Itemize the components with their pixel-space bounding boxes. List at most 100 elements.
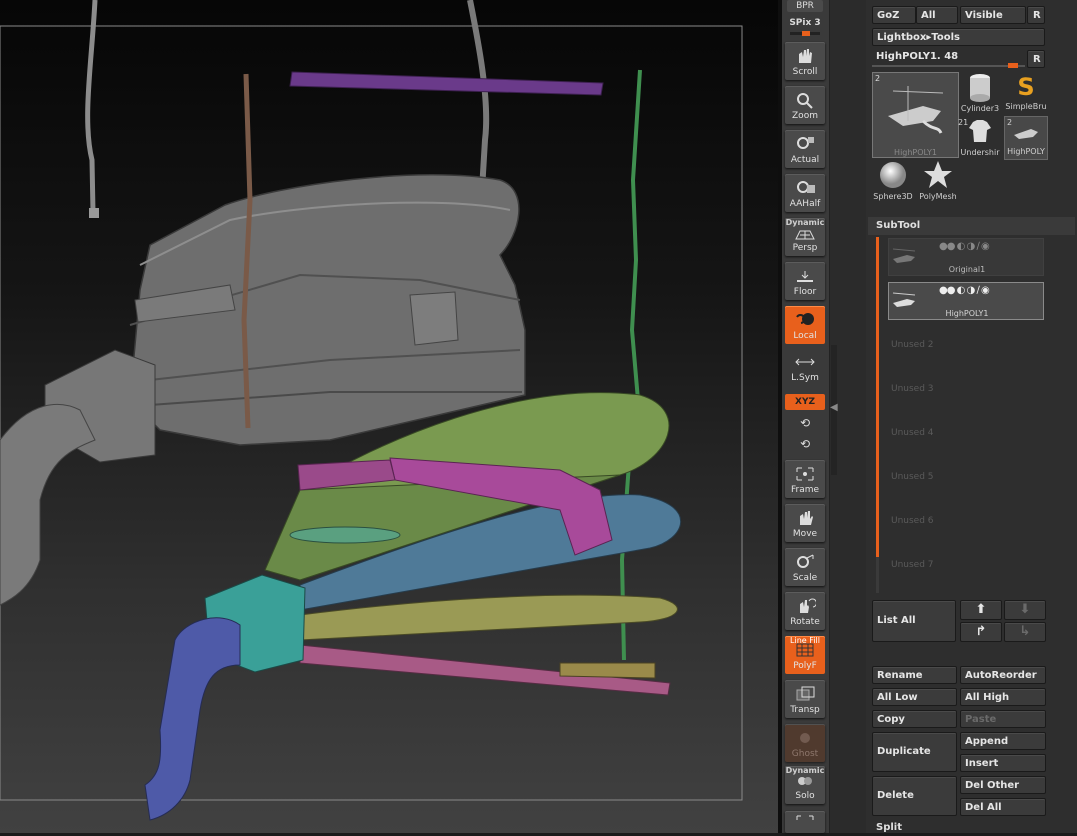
frame-label: Frame — [790, 485, 820, 495]
tool-thumb-label: HighPOLY1 — [894, 148, 937, 157]
unused-slot[interactable]: Unused 3 — [891, 384, 934, 394]
subtool-toggles-icon[interactable]: ●● ◐ ◑ ∕ ◉ — [939, 241, 990, 252]
blue-pipe — [144, 617, 241, 821]
subtool-toggles-icon[interactable]: ●● ◐ ◑ ∕ ◉ — [939, 285, 990, 296]
expand-icon — [796, 815, 814, 820]
autoreorder-button[interactable]: AutoReorder — [960, 666, 1046, 684]
polyf-button[interactable]: Line Fill PolyF — [785, 636, 825, 674]
transp-icon — [796, 686, 815, 701]
list-all-button[interactable]: List All — [872, 600, 956, 642]
spix-slider-knob[interactable] — [802, 31, 810, 36]
scroll-label: Scroll — [792, 67, 818, 77]
cylinder-icon — [970, 74, 990, 102]
collapse-arrow-icon[interactable]: ◀ — [830, 402, 838, 413]
undershirt-icon — [969, 120, 991, 142]
all-low-button[interactable]: All Low — [872, 688, 957, 706]
spix-slider[interactable] — [790, 31, 820, 36]
scale-icon — [797, 554, 814, 568]
move-icon — [800, 511, 813, 525]
unused-slot[interactable]: Unused 5 — [891, 472, 934, 482]
subtool-scrollbar[interactable] — [876, 237, 879, 557]
subtool-header[interactable]: SubTool — [868, 217, 1075, 235]
subtool-name: HighPOLY1 — [945, 309, 989, 318]
move-to-top-icon[interactable]: ↱ — [960, 622, 1002, 642]
solo-button[interactable]: Dynamic Solo — [785, 766, 825, 804]
polyf-label: PolyF — [793, 661, 817, 671]
rename-button[interactable]: Rename — [872, 666, 957, 684]
floor-icon — [797, 271, 813, 282]
paste-button[interactable]: Paste — [960, 710, 1046, 728]
persp-button[interactable]: Dynamic Persp — [785, 218, 825, 256]
xpose-button[interactable] — [785, 811, 825, 833]
green-rod — [619, 69, 642, 661]
move-label: Move — [792, 529, 818, 539]
r-button[interactable]: R — [1027, 6, 1045, 24]
split-header[interactable]: Split — [868, 820, 1075, 833]
subtool-item-highpoly1[interactable]: ●● ◐ ◑ ∕ ◉ HighPOLY1 — [888, 282, 1044, 320]
aahalf-button[interactable]: AAHalf — [785, 174, 825, 212]
xyz-button[interactable]: XYZ — [785, 394, 825, 410]
scale-button[interactable]: Scale — [785, 548, 825, 586]
del-other-button[interactable]: Del Other — [960, 776, 1046, 794]
floor-button[interactable]: Floor — [785, 262, 825, 300]
rotate-button[interactable]: Rotate — [785, 592, 825, 630]
dynamic-label: Dynamic — [785, 218, 825, 227]
visible-button[interactable]: Visible — [960, 6, 1026, 24]
tool-thumb-polymesh[interactable]: PolyMesh — [914, 160, 962, 204]
lsym-button[interactable]: L.Sym — [785, 352, 825, 386]
all-high-button[interactable]: All High — [960, 688, 1046, 706]
spix-slider-label[interactable]: SPix 3 — [784, 18, 826, 28]
del-all-button[interactable]: Del All — [960, 798, 1046, 816]
unused-slot[interactable]: Unused 2 — [891, 340, 934, 350]
subtool-item-original1[interactable]: ●● ◐ ◑ ∕ ◉ Original1 — [888, 238, 1044, 276]
insert-button[interactable]: Insert — [960, 754, 1046, 772]
local-button[interactable]: Local — [785, 306, 825, 344]
canvas-viewport[interactable] — [0, 0, 778, 833]
cable-left — [85, 0, 98, 213]
lightbox-tools-button[interactable]: Lightbox▸Tools — [872, 28, 1045, 46]
move-to-bottom-icon[interactable]: ↳ — [1004, 622, 1046, 642]
copy-button[interactable]: Copy — [872, 710, 957, 728]
frame-button[interactable]: Frame — [785, 460, 825, 498]
z-sym-icon[interactable]: ⟲ — [784, 437, 826, 451]
grey-pipe — [0, 404, 96, 606]
scroll-button[interactable]: Scroll — [785, 42, 825, 80]
right-shelf: BPR SPix 3 Scroll Zoom Actual AAHalf Dyn… — [782, 0, 830, 833]
append-button[interactable]: Append — [960, 732, 1046, 750]
actual-icon — [797, 137, 814, 149]
cable-right — [467, 0, 490, 191]
tool-slider-knob[interactable] — [1008, 63, 1018, 68]
move-down-icon[interactable]: ⬇ — [1004, 600, 1046, 620]
unused-slot[interactable]: Unused 6 — [891, 516, 934, 526]
transp-label: Transp — [790, 705, 820, 715]
tool-thumb-simplebrush[interactable]: S SimpleBru — [1004, 72, 1048, 116]
move-button[interactable]: Move — [785, 504, 825, 542]
unused-slot[interactable]: Unused 7 — [891, 560, 934, 570]
r2-button[interactable]: R — [1027, 50, 1045, 68]
persp-label: Persp — [792, 243, 818, 253]
tool-thumb-highpoly1[interactable]: 2 HighPOLY1 — [872, 72, 959, 158]
delete-button[interactable]: Delete — [872, 776, 957, 816]
tool-thumb-undershirt[interactable]: 21 Undershir — [958, 116, 1002, 160]
ghost-icon — [800, 733, 810, 743]
tool-thumb-cylinder3[interactable]: Cylinder3 — [958, 72, 1002, 116]
frame-icon — [796, 467, 814, 481]
transp-button[interactable]: Transp — [785, 680, 825, 718]
yellow-leaf — [299, 594, 678, 641]
tool-thumb-sphere3d[interactable]: Sphere3D — [870, 160, 916, 204]
lsym-icon — [795, 358, 815, 366]
unused-slot[interactable]: Unused 4 — [891, 428, 934, 438]
move-up-icon[interactable]: ⬆ — [960, 600, 1002, 620]
y-sym-icon[interactable]: ⟲ — [784, 416, 826, 430]
duplicate-button[interactable]: Duplicate — [872, 732, 957, 772]
tool-thumb-badge: 2 — [875, 74, 881, 83]
zoom-button[interactable]: Zoom — [785, 86, 825, 124]
all-button[interactable]: All — [916, 6, 958, 24]
goz-button[interactable]: GoZ — [872, 6, 916, 24]
actual-button[interactable]: Actual — [785, 130, 825, 168]
tool-thumb-highpoly[interactable]: 2 HighPOLY — [1004, 116, 1048, 160]
ghost-button[interactable]: Ghost — [785, 724, 825, 762]
scale-label: Scale — [792, 573, 818, 583]
current-tool-slider[interactable]: HighPOLY1. 48 — [872, 50, 1025, 68]
bpr-button[interactable]: BPR — [787, 0, 823, 12]
